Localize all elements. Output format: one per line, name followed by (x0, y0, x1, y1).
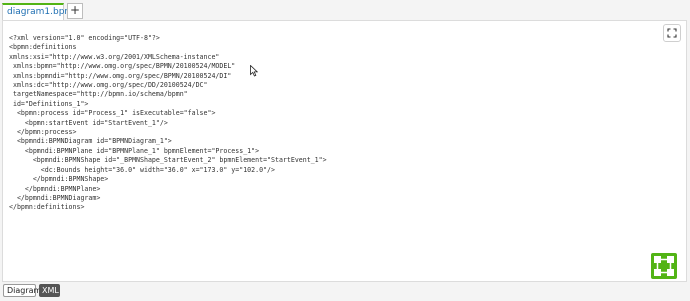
tab-xml[interactable]: XML (39, 284, 60, 297)
fullscreen-button[interactable] (663, 24, 681, 42)
xml-line: <bpmndi:BPMNDiagram id="BPMNDiagram_1"> (9, 137, 172, 146)
xml-line: <bpmn:definitions (9, 43, 77, 52)
xml-line: </bpmndi:BPMNShape> (9, 175, 109, 184)
xml-line: xmlns:bpmndi="http://www.omg.org/spec/BP… (9, 71, 232, 80)
xml-line: targetNamespace="http://bpmn.io/schema/b… (9, 90, 188, 99)
xml-line: id="Definitions_1"> (9, 99, 89, 108)
tab-diagram[interactable]: Diagram (3, 284, 41, 297)
xml-editor[interactable]: <?xml version="1.0" encoding="UTF-8"?> <b… (2, 20, 687, 282)
xml-line: <bpmn:startEvent id="StartEvent_1"/> (9, 118, 168, 127)
xml-line: <?xml version="1.0" encoding="UTF-8"?> (9, 34, 160, 42)
xml-line: </bpmn:definitions> (9, 203, 85, 212)
xml-line: xmlns:xsi="http://www.w3.org/2001/XMLSch… (9, 52, 220, 61)
fullscreen-icon (667, 28, 677, 38)
xml-line: <bpmndi:BPMNPlane id="BPMNPlane_1" bpmnE… (9, 146, 260, 155)
add-tab-button[interactable]: + (67, 3, 83, 19)
xml-line: </bpmndi:BPMNPlane> (9, 184, 101, 193)
xml-source[interactable]: <?xml version="1.0" encoding="UTF-8"?> <b… (9, 34, 327, 213)
xml-line: </bpmn:process> (9, 128, 77, 137)
xml-line: <dc:Bounds height="36.0" width="36.0" x=… (9, 165, 275, 174)
mouse-cursor-icon (250, 65, 258, 77)
xml-line: <bpmn:process id="Process_1" isExecutabl… (9, 109, 216, 118)
camunda-modeler-logo (651, 253, 677, 279)
xml-line: </bpmndi:BPMNDiagram> (9, 193, 101, 202)
xml-line: xmlns:dc="http://www.omg.org/spec/DD/201… (9, 81, 208, 90)
tab-diagram1-bpmn[interactable]: diagram1.bpmn (2, 3, 79, 20)
view-switcher: Diagram XML (0, 282, 690, 301)
xml-line: xmlns:bpmn="http://www.omg.org/spec/BPMN… (9, 62, 236, 71)
tab-bar: diagram1.bpmn + (0, 0, 690, 20)
xml-line: <bpmndi:BPMNShape id="_BPMNShape_StartEv… (9, 156, 327, 165)
